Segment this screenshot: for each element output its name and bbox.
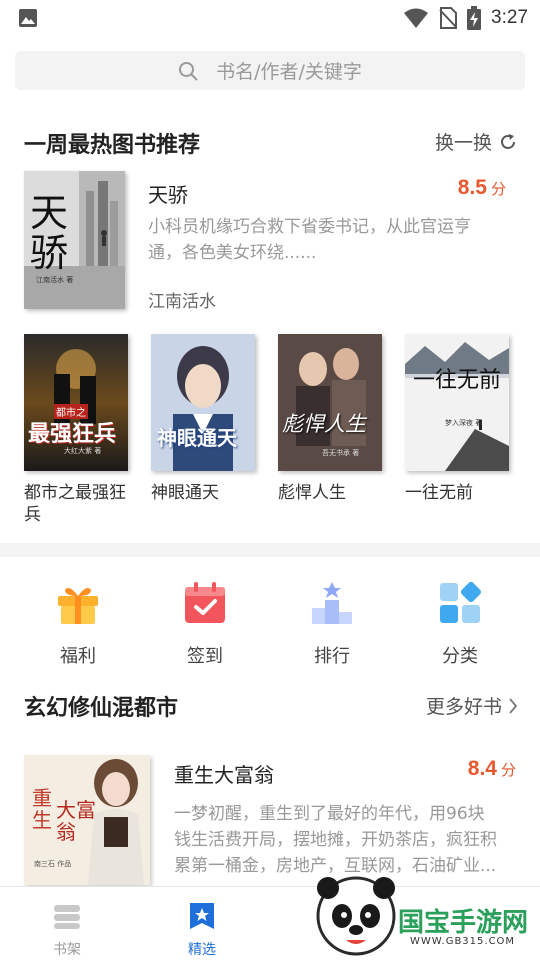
- image-notification-icon: [19, 9, 37, 27]
- book-card[interactable]: 一往无前 梦入深夜 著 一往无前: [405, 334, 509, 504]
- quick-action-welfare[interactable]: 福利: [38, 580, 118, 668]
- featured-book-author: 江南活水: [148, 292, 216, 312]
- book2-score: 8.4 分: [467, 757, 516, 780]
- book2-title[interactable]: 重生大富翁: [174, 759, 274, 788]
- watermark-url: WWW.GB315.COM: [410, 936, 516, 947]
- quick-action-label: 福利: [60, 646, 96, 667]
- wifi-icon: [404, 8, 429, 28]
- site-watermark: 国宝手游网 WWW.GB315.COM: [310, 866, 540, 960]
- book-card[interactable]: 彪悍人生 吾无书承 著 彪悍人生: [278, 334, 382, 504]
- section-title-weekly: 一周最热图书推荐: [24, 133, 201, 158]
- book-cover: 一往无前 梦入深夜 著: [405, 334, 509, 471]
- search-bar[interactable]: 书名/作者/关键字: [15, 51, 525, 90]
- nav-label: 精选: [188, 942, 216, 958]
- nav-bookshelf[interactable]: 书架: [37, 901, 97, 959]
- featured-cover-author: 江南活水 著: [36, 276, 74, 284]
- quick-action-ranking[interactable]: 排行: [292, 580, 372, 668]
- book2-cover[interactable]: 重生 大富翁 南三石 作品: [24, 755, 150, 885]
- featured-book-cover[interactable]: 天骄 江南活水 著: [24, 171, 125, 309]
- search-placeholder: 书名/作者/关键字: [216, 61, 362, 83]
- featured-star-icon: [190, 903, 214, 929]
- book-card[interactable]: 都市之 最强狂兵 大红大紫 著 都市之最强狂兵: [24, 334, 128, 526]
- grid-icon: [440, 581, 482, 623]
- section-title-fantasy: 玄幻修仙混都市: [24, 696, 179, 721]
- bookshelf-icon: [54, 905, 80, 929]
- quick-action-checkin[interactable]: 签到: [165, 580, 245, 668]
- more-books-label: 更多好书: [425, 696, 502, 718]
- battery-charging-icon: [467, 6, 482, 30]
- featured-book-title[interactable]: 天骄: [148, 179, 188, 208]
- status-bar: 3:27: [0, 0, 540, 38]
- book-name: 神眼通天: [151, 483, 219, 503]
- quick-action-category[interactable]: 分类: [420, 580, 500, 668]
- quick-action-label: 排行: [314, 646, 350, 667]
- refresh-icon: [501, 133, 515, 149]
- book-cover: 都市之 最强狂兵 大红大紫 著: [24, 334, 128, 471]
- gift-icon: [58, 588, 98, 624]
- book-card[interactable]: 神眼通天 神眼通天: [151, 334, 255, 504]
- status-time: 3:27: [491, 7, 528, 28]
- search-icon: [179, 61, 198, 80]
- no-sim-icon: [439, 7, 458, 29]
- section-divider: [0, 543, 540, 557]
- chevron-right-icon: [509, 697, 518, 714]
- book-name: 彪悍人生: [278, 483, 346, 503]
- book-name: 一往无前: [405, 483, 473, 503]
- nav-label: 书架: [53, 942, 81, 958]
- featured-book-description: 小科员机缘巧合救下省委书记，从此官运亨 通，各色美女环绕......: [148, 217, 471, 263]
- book-cover: 神眼通天: [151, 334, 255, 471]
- more-books-button[interactable]: 更多好书: [426, 692, 518, 719]
- quick-action-label: 签到: [187, 646, 223, 667]
- watermark-brand: 国宝手游网: [398, 908, 529, 938]
- calendar-check-icon: [185, 582, 225, 623]
- featured-cover-title: 天骄: [30, 191, 69, 275]
- refresh-button[interactable]: 换一换: [435, 128, 518, 155]
- book-cover: 彪悍人生 吾无书承 著: [278, 334, 382, 471]
- refresh-label: 换一换: [434, 132, 492, 154]
- nav-featured[interactable]: 精选: [172, 901, 232, 959]
- book-name: 都市之最强狂兵: [24, 483, 126, 525]
- featured-book-score: 8.5 分: [457, 176, 506, 199]
- podium-icon: [312, 582, 352, 624]
- quick-action-label: 分类: [442, 646, 478, 667]
